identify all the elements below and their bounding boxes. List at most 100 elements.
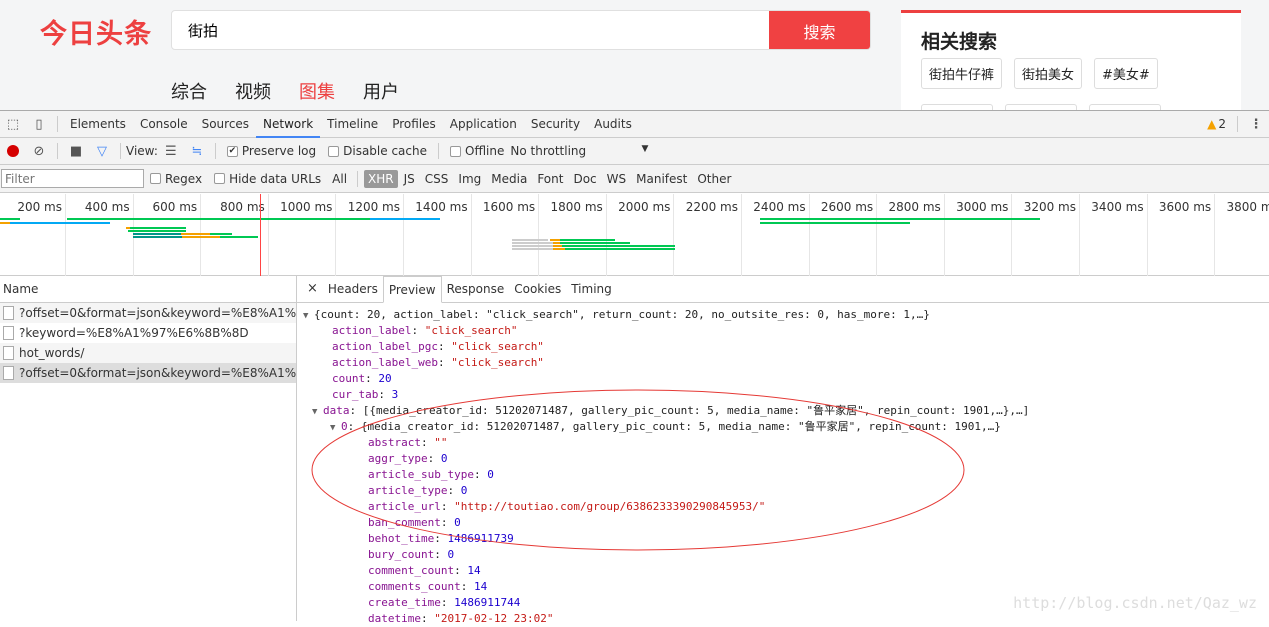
tab-security[interactable]: Security bbox=[524, 111, 587, 138]
json-value: "click_search" bbox=[451, 356, 544, 369]
nav-tab[interactable]: 综合 bbox=[171, 78, 207, 104]
detail-tab-headers[interactable]: Headers bbox=[323, 276, 383, 302]
filter-type-manifest[interactable]: Manifest bbox=[632, 170, 691, 188]
detail-tab-response[interactable]: Response bbox=[442, 276, 510, 302]
waterfall-icon[interactable]: ≒ bbox=[184, 144, 210, 159]
tab-elements[interactable]: Elements bbox=[63, 111, 133, 138]
toutiao-logo[interactable]: 今日头条 bbox=[40, 12, 152, 51]
tab-application[interactable]: Application bbox=[443, 111, 524, 138]
json-value: 0 bbox=[454, 516, 461, 529]
request-waterfall-bar bbox=[560, 239, 615, 241]
detail-tab-timing[interactable]: Timing bbox=[566, 276, 617, 302]
related-tag[interactable]: 街拍牛仔裤 bbox=[921, 58, 1003, 89]
inspect-element-icon[interactable]: ⬚ bbox=[0, 117, 26, 132]
json-colon: : bbox=[440, 516, 455, 529]
json-line: action_label_web: "click_search" bbox=[297, 355, 1269, 371]
json-key: datetime bbox=[368, 612, 421, 625]
toutiao-page: 今日头条 搜索 综合 视频 图集 用户 相关搜索 街拍牛仔裤街拍美女 #美女# bbox=[0, 0, 1269, 111]
divider bbox=[438, 143, 439, 159]
json-value: "2017-02-12 23:02" bbox=[434, 612, 554, 625]
detail-tab-cookies[interactable]: Cookies bbox=[509, 276, 566, 302]
name-column-header[interactable]: Name bbox=[0, 276, 296, 303]
search-input[interactable] bbox=[188, 21, 748, 39]
disable-cache-checkbox[interactable]: Disable cache bbox=[328, 144, 427, 158]
json-value: [{media_creator_id: 51202071487, gallery… bbox=[362, 404, 1030, 417]
filter-type-js[interactable]: JS bbox=[400, 170, 419, 188]
json-colon: : bbox=[349, 404, 363, 417]
device-mode-icon[interactable]: ▯ bbox=[26, 117, 52, 132]
clear-icon[interactable]: ⊘ bbox=[26, 144, 52, 159]
json-line: cur_tab: 3 bbox=[297, 387, 1269, 403]
json-key: action_label_pgc bbox=[332, 340, 438, 353]
json-colon: : bbox=[411, 324, 425, 337]
tab-audits[interactable]: Audits bbox=[587, 111, 639, 138]
detail-tab-preview[interactable]: Preview bbox=[382, 275, 442, 303]
offline-checkbox[interactable]: Offline bbox=[450, 144, 504, 158]
json-key: comment_count bbox=[368, 564, 455, 577]
json-line[interactable]: ▼ 0: {media_creator_id: 51202071487, gall… bbox=[297, 419, 1269, 435]
expand-triangle-icon[interactable]: ▼ bbox=[303, 308, 314, 324]
request-row[interactable]: ?keyword=%E8%A1%97%E6%8B%8D bbox=[0, 323, 296, 343]
close-icon[interactable]: × bbox=[302, 276, 323, 302]
json-colon: : bbox=[434, 532, 448, 545]
related-tag[interactable]: 街拍美女 bbox=[1014, 58, 1083, 89]
filter-type-media[interactable]: Media bbox=[487, 170, 531, 188]
nav-tab[interactable]: 图集 bbox=[299, 78, 335, 104]
filter-type-font[interactable]: Font bbox=[533, 170, 567, 188]
nav-tab[interactable]: 用户 bbox=[363, 78, 399, 104]
throttling-select[interactable]: No throttling ▼ bbox=[510, 144, 648, 158]
json-key: article_type bbox=[368, 484, 448, 497]
resource-type-filters: All XHR JS CSS Img Media Font Doc WS Manifest Othe… bbox=[327, 169, 736, 188]
tab-profiles[interactable]: Profiles bbox=[385, 111, 443, 138]
file-icon bbox=[3, 366, 14, 380]
request-waterfall-bar bbox=[128, 230, 186, 232]
json-key: ban_comment bbox=[368, 516, 441, 529]
filter-type-ws[interactable]: WS bbox=[603, 170, 630, 188]
json-preview: ▼ {count: 20, action_label: "click_search… bbox=[297, 303, 1269, 627]
json-line: article_url: "http://toutiao.com/group/6… bbox=[297, 499, 1269, 515]
regex-checkbox[interactable]: Regex bbox=[150, 172, 202, 186]
tab-sources[interactable]: Sources bbox=[195, 111, 256, 138]
request-waterfall-bar bbox=[550, 239, 560, 241]
filter-input[interactable] bbox=[1, 169, 144, 188]
json-colon: : bbox=[447, 484, 461, 497]
expand-triangle-icon[interactable]: ▼ bbox=[330, 420, 341, 436]
json-value: 1486911744 bbox=[454, 596, 521, 609]
nav-tab[interactable]: 视频 bbox=[235, 78, 271, 104]
request-row[interactable]: ?offset=0&format=json&keyword=%E8%A1%97%… bbox=[0, 363, 296, 383]
tab-timeline[interactable]: Timeline bbox=[320, 111, 385, 138]
hide-data-urls-checkbox[interactable]: Hide data URLs bbox=[214, 172, 321, 186]
filter-icon[interactable]: ▽ bbox=[89, 144, 115, 159]
request-row[interactable]: hot_words/ bbox=[0, 343, 296, 363]
more-menu-icon[interactable]: ⋮ bbox=[1243, 117, 1269, 132]
json-value: 20 bbox=[378, 372, 392, 385]
request-row[interactable]: ?offset=0&format=json&keyword=%E8%A1%97%… bbox=[0, 303, 296, 323]
json-key: article_sub_type bbox=[368, 468, 474, 481]
tab-network[interactable]: Network bbox=[256, 111, 321, 138]
filter-type-other[interactable]: Other bbox=[693, 170, 735, 188]
offline-label: Offline bbox=[465, 144, 505, 158]
filter-type-img[interactable]: Img bbox=[454, 170, 485, 188]
record-icon[interactable] bbox=[0, 144, 26, 159]
preserve-log-checkbox[interactable]: ✔ Preserve log bbox=[226, 144, 316, 158]
related-tag[interactable]: #美女# bbox=[1094, 58, 1158, 89]
warning-count[interactable]: 2 bbox=[1218, 117, 1226, 131]
search-button[interactable]: 搜索 bbox=[769, 11, 870, 49]
large-rows-icon[interactable]: ☰ bbox=[158, 144, 184, 159]
tab-console[interactable]: Console bbox=[133, 111, 195, 138]
network-overview-timeline[interactable]: 200 ms 400 ms 600 ms 800 ms 1000 ms 1200 ms 14… bbox=[0, 194, 1269, 276]
json-value: "http://toutiao.com/group/63862333902908… bbox=[454, 500, 766, 513]
filter-type-css[interactable]: CSS bbox=[421, 170, 453, 188]
request-waterfall-bar bbox=[67, 218, 370, 220]
warning-icon[interactable]: ▲ bbox=[1207, 117, 1216, 131]
filter-type-all[interactable]: All bbox=[328, 170, 351, 188]
expand-triangle-icon[interactable]: ▼ bbox=[312, 404, 323, 420]
search-nav: 综合 视频 图集 用户 bbox=[171, 78, 399, 104]
filter-type-doc[interactable]: Doc bbox=[569, 170, 600, 188]
filter-type-xhr[interactable]: XHR bbox=[364, 169, 398, 188]
json-line: datetime: "2017-02-12 23:02" bbox=[297, 611, 1269, 627]
request-waterfall-bar bbox=[0, 218, 20, 220]
screenshot-camera-icon[interactable]: ■ bbox=[63, 144, 89, 159]
json-line[interactable]: ▼ {count: 20, action_label: "click_search… bbox=[297, 307, 1269, 323]
json-line[interactable]: ▼ data: [{media_creator_id: 51202071487, … bbox=[297, 403, 1269, 419]
